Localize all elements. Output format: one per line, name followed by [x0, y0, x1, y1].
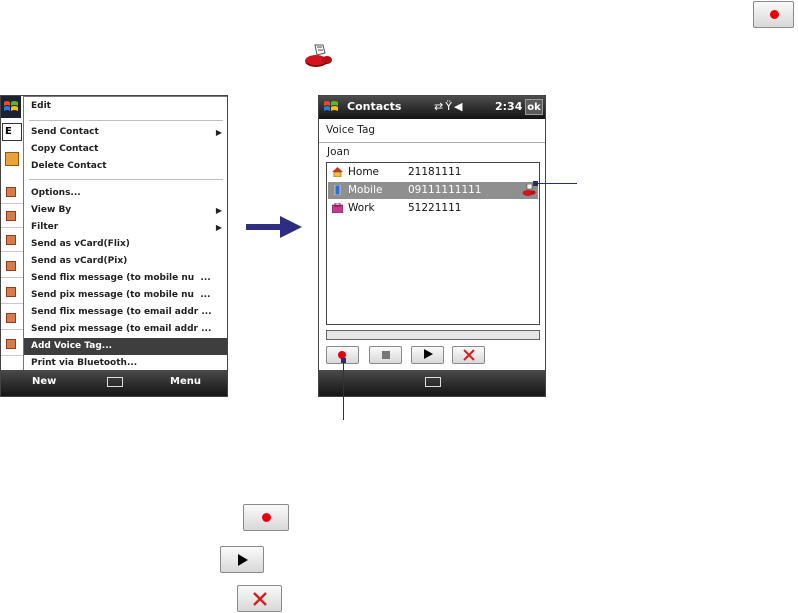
menu-item-send-vcard-flix[interactable]: Send as vCard(Flix): [24, 236, 227, 253]
list-item-work[interactable]: Work 51221111: [328, 200, 538, 217]
context-menu: Edit Send Contact ▶ Copy Contact Delete C…: [23, 96, 227, 372]
delete-icon: [463, 349, 475, 361]
clock: 2:34: [495, 100, 523, 113]
contact-name: Joan: [327, 146, 350, 158]
play-button-inline: [220, 546, 264, 573]
menu-item-send-pix-email[interactable]: Send pix message (to email addr ...: [24, 321, 227, 338]
play-icon: [238, 554, 248, 566]
softkey-menu[interactable]: Menu: [170, 376, 201, 387]
menu-item-send-contact[interactable]: Send Contact ▶: [24, 124, 227, 141]
softkey-bar: New Menu: [1, 370, 227, 396]
menu-item-delete-contact[interactable]: Delete Contact: [24, 158, 227, 175]
list-item[interactable]: [1, 204, 23, 228]
list-item-home[interactable]: Home 21181111: [328, 164, 538, 181]
callout-line-record: [343, 360, 344, 420]
menu-separator: [29, 120, 223, 121]
menu-item-add-voice-tag[interactable]: Add Voice Tag...: [24, 338, 227, 355]
delete-button-inline: [237, 585, 282, 612]
contacts-menu-screen: E Edit Send Contact ▶ Copy Contact Delete…: [0, 95, 228, 397]
voice-tag-icon-inline: [303, 41, 333, 71]
menu-item-edit[interactable]: Edit: [24, 98, 227, 115]
ok-button[interactable]: ok: [525, 99, 543, 115]
keyboard-icon[interactable]: [425, 377, 441, 387]
list-item[interactable]: [1, 180, 23, 204]
list-item[interactable]: [1, 228, 23, 252]
list-header-icon: [5, 152, 19, 166]
record-button-inline: [243, 504, 289, 531]
mobile-icon: [334, 185, 341, 195]
home-icon: [332, 167, 343, 177]
start-button[interactable]: [1, 96, 21, 118]
list-item[interactable]: [1, 332, 23, 356]
status-icons: ⇄Ÿ◀: [434, 100, 464, 113]
keyboard-icon[interactable]: [107, 377, 123, 387]
sync-icon: ⇄: [434, 100, 446, 113]
softkey-bar: [319, 370, 545, 396]
callout-line-voice-tag: [535, 183, 577, 184]
divider: [319, 142, 545, 143]
submenu-arrow-icon: ▶: [215, 128, 222, 137]
callout-dot: [533, 181, 538, 186]
list-item-mobile[interactable]: Mobile 09111111111: [328, 182, 538, 199]
record-icon: [770, 10, 779, 19]
list-item[interactable]: [1, 280, 23, 304]
play-icon: [424, 349, 433, 359]
flow-arrow-icon: [246, 216, 302, 238]
signal-icon: Ÿ: [445, 100, 454, 113]
phone-number-list: Home 21181111 Mobile 09111111111 Work 51…: [326, 162, 540, 325]
windows-logo-icon: [4, 101, 18, 111]
menu-item-options[interactable]: Options...: [24, 185, 227, 202]
menu-item-send-flix-email[interactable]: Send flix message (to email addr ...: [24, 304, 227, 321]
voice-tag-screen: Contacts ⇄Ÿ◀ 2:34 ok Voice Tag Joan Home…: [318, 95, 546, 397]
title-bar: Contacts ⇄Ÿ◀ 2:34 ok: [319, 96, 545, 119]
record-button-inline-top: [753, 1, 794, 28]
menu-item-send-flix-mobile[interactable]: Send flix message (to mobile nu ...: [24, 270, 227, 287]
menu-item-send-pix-mobile[interactable]: Send pix message (to mobile nu ...: [24, 287, 227, 304]
page-title: Voice Tag: [326, 124, 376, 136]
windows-logo-icon[interactable]: [322, 98, 340, 116]
list-item[interactable]: [1, 306, 23, 330]
submenu-arrow-icon: ▶: [215, 223, 222, 232]
menu-item-copy-contact[interactable]: Copy Contact: [24, 141, 227, 158]
callout-dot: [341, 358, 346, 363]
stop-button[interactable]: [369, 346, 402, 364]
stop-icon: [382, 351, 390, 359]
list-item[interactable]: [1, 254, 23, 278]
menu-item-send-vcard-pix[interactable]: Send as vCard(Pix): [24, 253, 227, 270]
recording-progress-bar: [326, 330, 540, 340]
volume-icon: ◀: [453, 100, 465, 113]
partial-field: E: [2, 123, 22, 141]
submenu-arrow-icon: ▶: [215, 206, 222, 215]
partial-label: E: [5, 126, 12, 137]
app-title: Contacts: [347, 100, 402, 113]
delete-icon: [253, 592, 267, 606]
softkey-new[interactable]: New: [32, 376, 56, 387]
record-icon: [262, 513, 271, 522]
menu-item-view-by[interactable]: View By ▶: [24, 202, 227, 219]
delete-button[interactable]: [452, 346, 485, 364]
work-icon: [332, 203, 343, 213]
menu-item-filter[interactable]: Filter ▶: [24, 219, 227, 236]
menu-separator: [29, 179, 223, 180]
play-button[interactable]: [411, 346, 444, 364]
